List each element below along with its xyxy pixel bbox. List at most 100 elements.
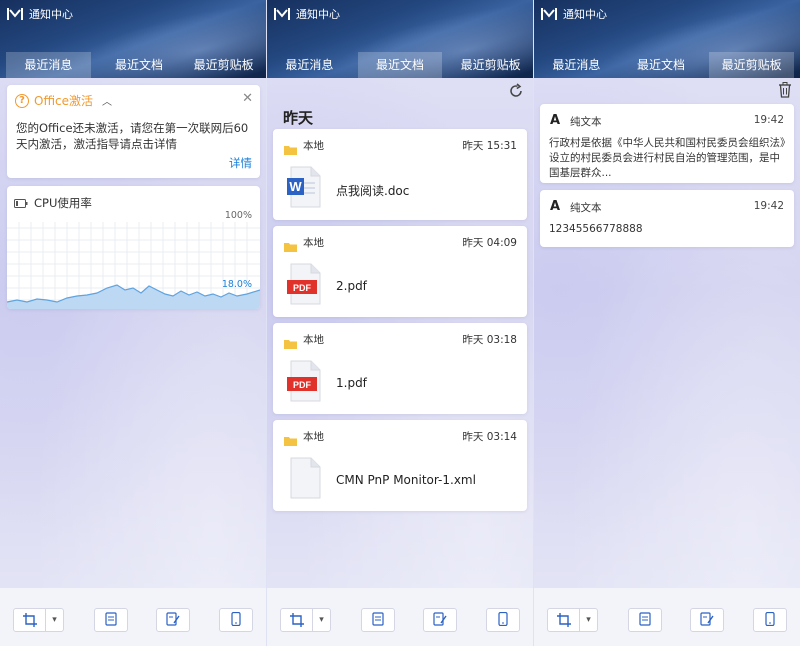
clip-type-label: 纯文本: [570, 116, 602, 128]
chevron-down-icon[interactable]: ▾: [580, 615, 597, 625]
generic-file-icon: [287, 457, 321, 503]
pdf-file-icon: PDF: [287, 360, 321, 406]
bottom-toolbar: ▾: [267, 588, 533, 646]
panel-recent-messages: 通知中心 最近消息 最近文档 最近剪贴板 ? Office激活 ︿ ✕ 您的Of…: [0, 0, 266, 646]
screenshot-button[interactable]: ▾: [280, 608, 331, 632]
titlebar: 通知中心: [7, 6, 73, 22]
cpu-usage-card: CPU使用率 100% 18.0%: [7, 186, 260, 309]
clipboard-item[interactable]: A 纯文本 19:42 12345566778888: [540, 190, 794, 247]
cpu-current-value: 18.0%: [221, 279, 252, 290]
battery-icon: [14, 193, 28, 212]
phone-button[interactable]: [219, 608, 253, 632]
clip-time: 19:42: [753, 114, 784, 126]
office-card-title: Office激活: [34, 94, 94, 108]
text-type-icon: A: [550, 199, 561, 214]
folder-icon: [284, 140, 297, 159]
clipboard-item[interactable]: A 纯文本 19:42 行政村是依据《中华人民共和国村民委员会组织法》设立的村民…: [540, 104, 794, 183]
tab-recent-clipboard[interactable]: 最近剪贴板: [448, 52, 533, 78]
office-card-header[interactable]: ? Office激活 ︿: [15, 92, 112, 109]
clip-time: 19:42: [753, 200, 784, 212]
tab-recent-messages[interactable]: 最近消息: [534, 52, 619, 78]
crop-icon[interactable]: [14, 609, 46, 631]
tab-bar: 最近消息 最近文档 最近剪贴板: [0, 52, 266, 78]
cpu-max-label: 100%: [224, 210, 252, 221]
pdf-badge-text: PDF: [293, 380, 312, 390]
memo-button[interactable]: [94, 608, 128, 632]
file-name: 点我阅读.doc: [336, 184, 410, 198]
close-icon[interactable]: ✕: [242, 91, 253, 106]
file-card[interactable]: 本地 昨天 03:18 PDF 1.pdf: [273, 323, 527, 414]
file-card[interactable]: 本地 昨天 04:09 PDF 2.pdf: [273, 226, 527, 317]
chevron-down-icon[interactable]: ▾: [46, 615, 63, 625]
phone-icon: [231, 611, 241, 630]
chevron-up-icon[interactable]: ︿: [102, 93, 112, 108]
file-time: 昨天 04:09: [462, 237, 517, 249]
folder-icon: [284, 431, 297, 450]
notes-button[interactable]: [690, 608, 724, 632]
tab-recent-documents[interactable]: 最近文档: [357, 52, 443, 78]
titlebar: 通知中心: [541, 6, 607, 22]
file-card[interactable]: 本地 昨天 15:31 W 点我阅读.doc: [273, 129, 527, 220]
file-location: 本地: [303, 431, 324, 443]
panel-recent-clipboard: 通知中心 最近消息 最近文档 最近剪贴板 A 纯文本 19:42 行政村是依据《…: [534, 0, 800, 646]
section-title-yesterday: 昨天: [283, 109, 314, 127]
app-title: 通知中心: [29, 8, 73, 21]
edit-note-icon: [166, 611, 180, 630]
tab-recent-messages[interactable]: 最近消息: [6, 52, 91, 78]
cpu-card-header: CPU使用率: [14, 193, 92, 212]
memo-button[interactable]: [628, 608, 662, 632]
office-card-message: 您的Office还未激活，请您在第一次联网后60天内激活，激活指导请点击详情: [16, 121, 249, 151]
app-logo-icon: [274, 7, 290, 21]
cpu-usage-graph: [7, 222, 260, 309]
memo-icon: [639, 611, 651, 630]
notes-button[interactable]: [156, 608, 190, 632]
pdf-file-icon: PDF: [287, 263, 321, 309]
clip-type-label: 纯文本: [570, 202, 602, 214]
chevron-down-icon[interactable]: ▾: [313, 615, 330, 625]
file-name: 2.pdf: [336, 279, 367, 293]
file-time: 昨天 15:31: [462, 140, 517, 152]
cpu-card-title: CPU使用率: [34, 195, 92, 210]
memo-button[interactable]: [361, 608, 395, 632]
app-logo-icon: [541, 7, 557, 21]
titlebar: 通知中心: [274, 6, 340, 22]
clip-text: 行政村是依据《中华人民共和国村民委员会组织法》设立的村民委员会进行村民自治的管理…: [549, 137, 786, 179]
tab-bar: 最近消息 最近文档 最近剪贴板: [267, 52, 533, 78]
refresh-icon[interactable]: [508, 83, 524, 103]
phone-button[interactable]: [753, 608, 787, 632]
file-name: CMN PnP Monitor-1.xml: [336, 473, 476, 487]
app-title: 通知中心: [563, 8, 607, 21]
notes-button[interactable]: [423, 608, 457, 632]
edit-note-icon: [433, 611, 447, 630]
file-card[interactable]: 本地 昨天 03:14 CMN PnP Monitor-1.xml: [273, 420, 527, 511]
folder-icon: [284, 334, 297, 353]
word-badge-text: W: [289, 179, 302, 194]
details-link[interactable]: 详情: [229, 155, 252, 171]
text-type-icon: A: [550, 113, 561, 128]
crop-icon[interactable]: [548, 609, 580, 631]
pdf-badge-text: PDF: [293, 283, 312, 293]
file-location: 本地: [303, 140, 324, 152]
folder-icon: [284, 237, 297, 256]
crop-icon[interactable]: [281, 609, 313, 631]
tab-recent-clipboard[interactable]: 最近剪贴板: [181, 52, 266, 78]
header: 通知中心 最近消息 最近文档 最近剪贴板: [0, 0, 266, 78]
trash-icon[interactable]: [778, 82, 792, 102]
screenshot-button[interactable]: ▾: [547, 608, 598, 632]
tab-recent-clipboard[interactable]: 最近剪贴板: [709, 52, 795, 78]
phone-button[interactable]: [486, 608, 520, 632]
memo-icon: [105, 611, 117, 630]
bottom-toolbar: ▾: [0, 588, 266, 646]
file-time: 昨天 03:14: [462, 431, 517, 443]
file-location: 本地: [303, 237, 324, 249]
file-location: 本地: [303, 334, 324, 346]
bottom-toolbar: ▾: [534, 588, 800, 646]
tab-recent-documents[interactable]: 最近文档: [619, 52, 704, 78]
panel-recent-documents: 通知中心 最近消息 最近文档 最近剪贴板 昨天 本地 昨天 15:31 W 点我…: [267, 0, 533, 646]
tab-recent-messages[interactable]: 最近消息: [267, 52, 352, 78]
screenshot-button[interactable]: ▾: [13, 608, 64, 632]
office-activation-card: ? Office激活 ︿ ✕ 您的Office还未激活，请您在第一次联网后60天…: [7, 85, 260, 178]
file-time: 昨天 03:18: [462, 334, 517, 346]
tab-recent-documents[interactable]: 最近文档: [97, 52, 182, 78]
word-file-icon: W: [287, 166, 321, 212]
